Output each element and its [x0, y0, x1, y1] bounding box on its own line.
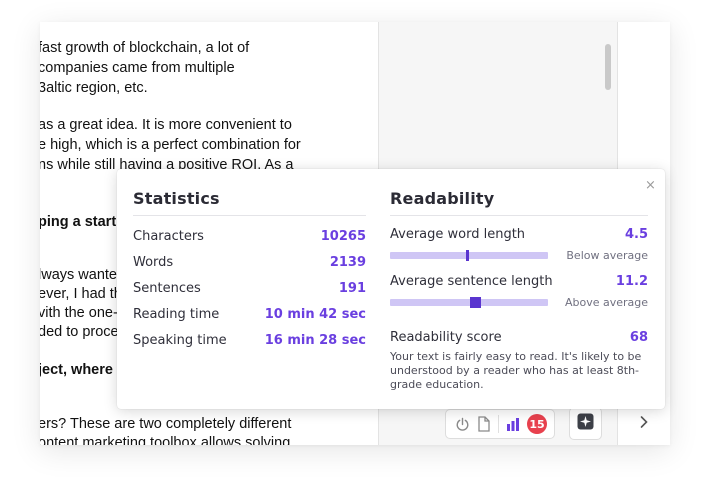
stat-row-characters: Characters 10265 — [133, 224, 366, 250]
document-line: e high, which is a perfect combination f… — [40, 137, 301, 153]
stat-value: 10265 — [320, 229, 366, 244]
document-line: fast growth of blockchain, a lot of — [40, 40, 250, 56]
document-heading: ject, where i — [40, 362, 122, 378]
stat-row-words: Words 2139 — [133, 250, 366, 276]
metric-label: Average sentence length — [390, 274, 553, 289]
stat-label: Speaking time — [133, 333, 227, 348]
metric-label: Average word length — [390, 227, 526, 242]
document-line: companies came from multiple — [40, 60, 235, 76]
sentence-length-bar — [390, 296, 548, 308]
bar-chart-icon[interactable] — [505, 416, 521, 432]
document-heading: ping a startu — [40, 214, 126, 230]
metric-label: Readability score — [390, 330, 502, 345]
document-line: as a great idea. It is more convenient t… — [40, 117, 292, 133]
issues-count-badge[interactable]: 15 — [527, 414, 547, 434]
statistics-popup: × Statistics Characters 10265 Words 2139… — [117, 169, 665, 409]
stat-row-reading-time: Reading time 10 min 42 sec — [133, 302, 366, 328]
word-length-bar — [390, 249, 548, 261]
stat-value: 16 min 28 sec — [264, 333, 366, 348]
chevron-right-icon[interactable] — [636, 412, 652, 432]
toolbar-divider — [498, 415, 499, 433]
stat-label: Reading time — [133, 307, 220, 322]
stat-row-speaking-time: Speaking time 16 min 28 sec — [133, 328, 366, 354]
power-icon[interactable] — [454, 416, 470, 432]
document-line: ded to proce — [40, 324, 119, 340]
metric-note: Below average — [566, 248, 648, 262]
readability-score-metric: Readability score 68 Your text is fairly… — [390, 328, 648, 392]
sentence-length-marker — [469, 296, 481, 308]
metric-value: 4.5 — [624, 227, 648, 242]
metric-value: 68 — [629, 330, 648, 345]
metric-note: Above average — [564, 295, 648, 309]
status-toolbar: 15 — [445, 409, 555, 439]
sentence-length-metric: Average sentence length 11.2 Above avera… — [390, 272, 648, 310]
assistant-button[interactable] — [569, 407, 602, 440]
document-icon[interactable] — [476, 416, 492, 432]
document-line: 3altic region, etc. — [40, 80, 148, 96]
word-length-metric: Average word length 4.5 Below average — [390, 225, 648, 263]
document-line: ers? These are two completely different — [40, 416, 292, 432]
readability-title: Readability — [390, 189, 648, 216]
word-length-marker — [465, 249, 469, 261]
stat-label: Words — [133, 255, 174, 270]
document-line: ever, I had thi — [40, 286, 126, 302]
statistics-title: Statistics — [133, 189, 366, 216]
readability-description: Your text is fairly easy to read. It's l… — [390, 350, 642, 391]
side-panel-scrollbar[interactable] — [605, 44, 611, 90]
stat-label: Sentences — [133, 281, 201, 296]
stat-label: Characters — [133, 229, 204, 244]
sparkle-icon — [577, 413, 594, 435]
metric-value: 11.2 — [615, 274, 648, 289]
readability-section: Readability Average word length 4.5 Belo… — [390, 189, 648, 392]
stat-value: 2139 — [329, 255, 366, 270]
stat-row-sentences: Sentences 191 — [133, 276, 366, 302]
document-line: lways wanted — [40, 267, 126, 283]
stat-value: 191 — [338, 281, 366, 296]
document-line: vith the one-- — [40, 305, 123, 321]
document-line: ontent marketing toolbox allows solving — [40, 435, 291, 445]
stat-value: 10 min 42 sec — [264, 307, 366, 322]
statistics-section: Statistics Characters 10265 Words 2139 S… — [133, 189, 366, 354]
